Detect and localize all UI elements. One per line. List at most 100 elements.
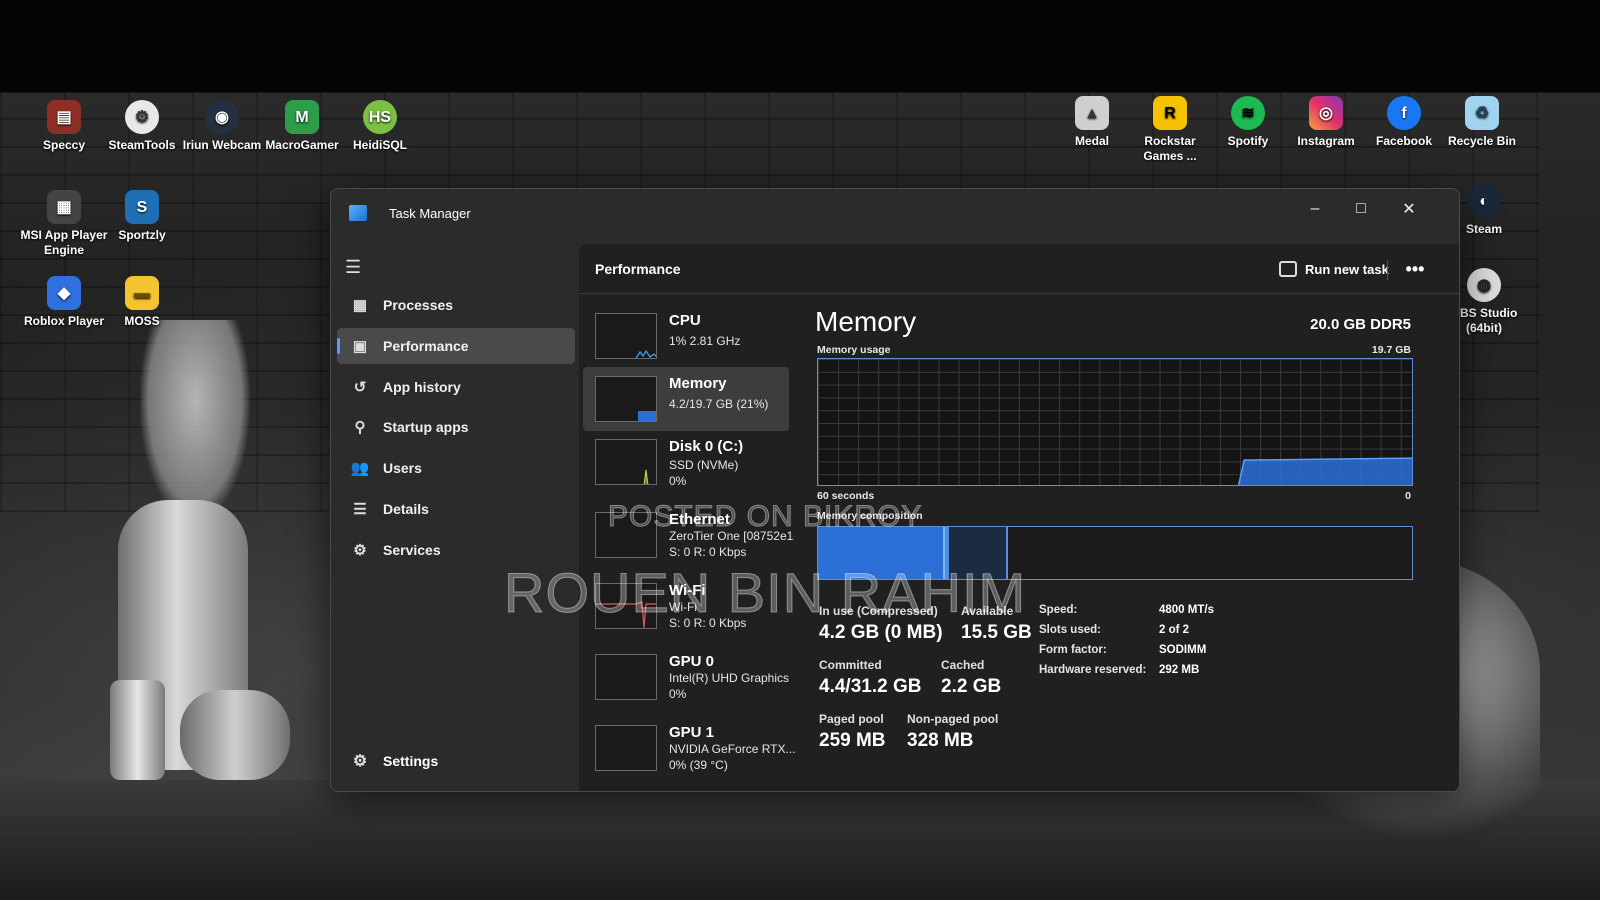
device-name: CPU — [669, 312, 701, 329]
speed-value: 4800 MT/s — [1159, 604, 1214, 616]
hardware-reserved-value: 292 MB — [1159, 664, 1200, 676]
sidebar-item-label: Performance — [383, 338, 469, 354]
form-factor-key: Form factor: — [1039, 644, 1107, 656]
macrogamer-icon: M — [285, 100, 319, 134]
startup-apps-icon: ⚲ — [354, 419, 366, 436]
sidebar-item-app-history[interactable]: ↺ App history — [337, 369, 575, 405]
device-detail: Intel(R) UHD Graphics — [669, 671, 790, 685]
device-item-cpu[interactable]: CPU 1% 2.81 GHz — [583, 304, 789, 368]
sidebar-item-processes[interactable]: ▦ Processes — [337, 287, 575, 323]
device-thumbnail — [595, 654, 657, 700]
desktop-icon-spotify[interactable]: ≋ Spotify — [1204, 96, 1292, 149]
steamtools-icon: ⚙ — [125, 100, 159, 134]
desktop-icon-rockstar-games[interactable]: R Rockstar Games ... — [1126, 96, 1214, 164]
sidebar-item-startup-apps[interactable]: ⚲ Startup apps — [337, 409, 575, 445]
instagram-icon: ◎ — [1309, 96, 1343, 130]
device-detail: 4.2/19.7 GB (21%) — [669, 397, 769, 411]
device-thumbnail — [595, 376, 657, 422]
sidebar-item-settings[interactable]: ⚙ Settings — [337, 745, 438, 777]
desktop-icon-roblox-player[interactable]: ◆ Roblox Player — [20, 276, 108, 329]
sidebar-item-label: Details — [383, 501, 429, 517]
desktop-icon-heidisql[interactable]: HS HeidiSQL — [336, 100, 424, 153]
device-item-disk[interactable]: Disk 0 (C:) SSD (NVMe) 0% — [583, 430, 789, 494]
desktop-icon-moss-folder[interactable]: ▬ MOSS — [98, 276, 186, 329]
desktop-icon-medal[interactable]: ▲ Medal — [1048, 96, 1136, 149]
minimize-button[interactable]: – — [1295, 195, 1335, 223]
memory-detail-panel: Memory 20.0 GB DDR5 Memory usage 19.7 GB… — [815, 304, 1415, 784]
sidebar-item-performance[interactable]: ▣ Performance — [337, 328, 575, 364]
watermark-posted-on: POSTED ON BIKROY — [607, 500, 923, 534]
device-item-memory[interactable]: Memory 4.2/19.7 GB (21%) — [583, 367, 789, 431]
desktop-icon-facebook[interactable]: f Facebook — [1360, 96, 1448, 149]
users-icon: 👥 — [350, 460, 370, 477]
run-new-task-button[interactable]: Run new task — [1271, 254, 1397, 284]
run-new-task-label: Run new task — [1305, 261, 1389, 277]
sportzly-icon: S — [125, 190, 159, 224]
close-button[interactable]: ✕ — [1389, 195, 1429, 223]
performance-header: Performance Run new task ••• — [579, 244, 1459, 294]
iriun-webcam-icon: ◉ — [205, 100, 239, 134]
slots-used-value: 2 of 2 — [1159, 624, 1190, 636]
device-name: GPU 1 — [669, 724, 715, 741]
obs-icon: ◍ — [1467, 268, 1501, 302]
device-name: Memory — [669, 375, 727, 392]
desktop-icon-macrogamer[interactable]: M MacroGamer — [258, 100, 346, 153]
desktop-icon-sportzly[interactable]: S Sportzly — [98, 190, 186, 243]
cpu-mini-graph — [635, 349, 656, 358]
non-paged-pool-value: 328 MB — [907, 730, 974, 751]
details-icon: ☰ — [353, 501, 367, 518]
task-manager-window: Task Manager – □ ✕ ☰ ▦ Processes ▣ Perfo… — [330, 188, 1460, 792]
rockstar-icon: R — [1153, 96, 1187, 130]
cached-value: 2.2 GB — [941, 676, 1002, 697]
desktop-icon-recycle-bin[interactable]: ♻ Recycle Bin — [1438, 96, 1526, 149]
device-thumbnail — [595, 439, 657, 485]
sidebar-item-label: Users — [383, 460, 422, 476]
spotify-icon: ≋ — [1231, 96, 1265, 130]
sidebar-nav: ☰ ▦ Processes ▣ Performance ↺ App histor… — [331, 239, 576, 791]
app-history-icon: ↺ — [353, 379, 367, 396]
pot — [180, 690, 290, 780]
run-task-icon — [1279, 261, 1297, 277]
medal-icon: ▲ — [1075, 96, 1109, 130]
device-item-gpu1[interactable]: GPU 1 NVIDIA GeForce RTX... 0% (39 °C) — [583, 716, 795, 780]
watermark-name: ROUEN BIN RAHIM — [503, 561, 1027, 625]
window-title: Task Manager — [389, 206, 471, 221]
device-detail: 0% — [669, 474, 687, 488]
slots-used-key: Slots used: — [1039, 624, 1101, 636]
desktop-icon-speccy[interactable]: ▤ Speccy — [20, 100, 108, 153]
desktop-icon-msi-app-player[interactable]: ▦ MSI App Player Engine — [20, 190, 108, 258]
cup — [110, 680, 165, 780]
memory-usage-graph — [817, 358, 1413, 486]
sidebar-item-users[interactable]: 👥 Users — [337, 450, 575, 486]
maximize-button[interactable]: □ — [1341, 195, 1381, 223]
device-thumbnail — [595, 313, 657, 359]
statue-figure — [140, 320, 250, 520]
services-icon: ⚙ — [353, 542, 367, 559]
recycle-bin-icon: ♻ — [1465, 96, 1499, 130]
speed-key: Speed: — [1039, 604, 1078, 616]
memory-mini-fill — [638, 411, 656, 421]
sidebar-item-details[interactable]: ☰ Details — [337, 491, 575, 527]
memory-usage-max: 19.7 GB — [1371, 344, 1411, 356]
paged-pool-label: Paged pool — [819, 712, 884, 726]
title-bar[interactable]: Task Manager – □ ✕ — [331, 189, 1459, 239]
desktop-icon-steamtools[interactable]: ⚙ SteamTools — [98, 100, 186, 153]
device-name: Disk 0 (C:) — [669, 438, 744, 455]
heidisql-icon: HS — [363, 100, 397, 134]
device-item-gpu0[interactable]: GPU 0 Intel(R) UHD Graphics 0% — [583, 645, 789, 709]
sidebar-item-label: Services — [383, 542, 441, 558]
settings-icon: ⚙ — [352, 753, 368, 770]
folder-icon: ▬ — [125, 276, 159, 310]
memory-title: Memory — [815, 306, 917, 337]
speccy-icon: ▤ — [47, 100, 81, 134]
hamburger-icon[interactable]: ☰ — [345, 257, 365, 278]
page-title: Performance — [595, 261, 681, 277]
steam-icon: ◐ — [1467, 184, 1501, 218]
desktop-icon-instagram[interactable]: ◎ Instagram — [1282, 96, 1370, 149]
more-options-button[interactable]: ••• — [1397, 254, 1433, 284]
form-factor-value: SODIMM — [1159, 644, 1207, 656]
committed-value: 4.4/31.2 GB — [819, 676, 922, 697]
desktop-icon-iriun-webcam[interactable]: ◉ Iriun Webcam — [178, 100, 266, 153]
header-divider — [1387, 260, 1388, 280]
device-detail: 0% (39 °C) — [669, 758, 728, 772]
